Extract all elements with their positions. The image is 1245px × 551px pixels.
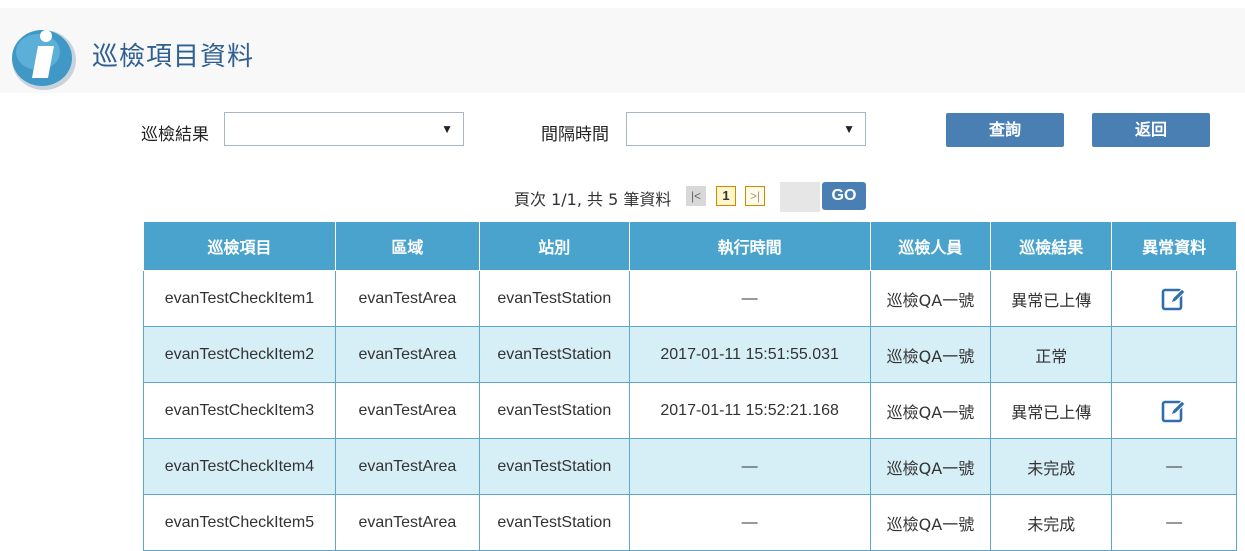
cell-abnormal: [1111, 382, 1237, 439]
cell-time: —: [628, 438, 871, 495]
cell-area: evanTestArea: [334, 438, 480, 495]
table-row: evanTestCheckItem4 evanTestArea evanTest…: [143, 438, 1237, 495]
cell-result: 未完成: [990, 494, 1113, 551]
column-header[interactable]: 巡檢結果: [990, 221, 1113, 271]
result-filter-label: 巡檢結果: [141, 125, 209, 145]
interval-select[interactable]: ▼: [626, 112, 866, 146]
table-row: evanTestCheckItem1 evanTestArea evanTest…: [143, 270, 1237, 327]
cell-area: evanTestArea: [334, 326, 480, 383]
page-number-button[interactable]: 1: [716, 186, 736, 206]
cell-inspector: 巡檢QA一號: [869, 494, 992, 551]
go-button[interactable]: GO: [822, 182, 866, 210]
table-row: evanTestCheckItem2 evanTestArea evanTest…: [143, 326, 1237, 383]
column-header[interactable]: 巡檢項目: [143, 221, 336, 271]
cell-station: evanTestStation: [478, 494, 630, 551]
result-select[interactable]: ▼: [224, 112, 464, 146]
cell-result: 異常已上傳: [990, 382, 1113, 439]
edit-icon[interactable]: [1161, 286, 1187, 312]
cell-result: 異常已上傳: [990, 270, 1113, 327]
info-logo-icon: [12, 30, 76, 90]
cell-inspector: 巡檢QA一號: [869, 438, 992, 495]
cell-time: 2017-01-11 15:51:55.031: [628, 326, 871, 383]
column-header[interactable]: 執行時間: [628, 221, 871, 271]
cell-abnormal: [1111, 270, 1237, 327]
cell-station: evanTestStation: [478, 382, 630, 439]
cell-inspector: 巡檢QA一號: [869, 326, 992, 383]
pager-summary: 頁次 1/1, 共 5 筆資料: [514, 190, 672, 209]
cell-result: 正常: [990, 326, 1113, 383]
back-button[interactable]: 返回: [1092, 113, 1210, 147]
cell-station: evanTestStation: [478, 438, 630, 495]
table-header-row: 巡檢項目 區域 站別 執行時間 巡檢人員 巡檢結果 異常資料: [143, 221, 1237, 271]
cell-area: evanTestArea: [334, 270, 480, 327]
column-header[interactable]: 區域: [334, 221, 480, 271]
cell-inspector: 巡檢QA一號: [869, 382, 992, 439]
cell-item: evanTestCheckItem5: [143, 494, 336, 551]
cell-time: 2017-01-11 15:52:21.168: [628, 382, 871, 439]
cell-inspector: 巡檢QA一號: [869, 270, 992, 327]
cell-abnormal: —: [1111, 438, 1237, 495]
page-title: 巡檢項目資料: [92, 42, 255, 72]
goto-page-input[interactable]: [780, 182, 820, 212]
last-page-button[interactable]: >|: [745, 186, 765, 206]
cell-item: evanTestCheckItem2: [143, 326, 336, 383]
cell-area: evanTestArea: [334, 382, 480, 439]
query-button[interactable]: 查詢: [946, 113, 1064, 147]
cell-area: evanTestArea: [334, 494, 480, 551]
column-header[interactable]: 站別: [478, 221, 630, 271]
interval-filter-label: 間隔時間: [541, 125, 609, 145]
table-row: evanTestCheckItem3 evanTestArea evanTest…: [143, 382, 1237, 439]
cell-time: —: [628, 270, 871, 327]
cell-time: —: [628, 494, 871, 551]
cell-station: evanTestStation: [478, 326, 630, 383]
first-page-button[interactable]: |<: [686, 186, 706, 206]
cell-station: evanTestStation: [478, 270, 630, 327]
chevron-down-icon: ▼: [441, 122, 453, 136]
cell-item: evanTestCheckItem3: [143, 382, 336, 439]
column-header[interactable]: 異常資料: [1111, 221, 1237, 271]
cell-item: evanTestCheckItem4: [143, 438, 336, 495]
chevron-down-icon: ▼: [843, 122, 855, 136]
column-header[interactable]: 巡檢人員: [869, 221, 992, 271]
cell-result: 未完成: [990, 438, 1113, 495]
table-row: evanTestCheckItem5 evanTestArea evanTest…: [143, 494, 1237, 551]
cell-item: evanTestCheckItem1: [143, 270, 336, 327]
cell-abnormal: —: [1111, 494, 1237, 551]
page: 巡檢項目資料 巡檢結果 ▼ 間隔時間 ▼ 查詢 返回 頁次 1/1, 共 5 筆…: [0, 0, 1245, 551]
cell-abnormal: [1111, 326, 1237, 383]
edit-icon[interactable]: [1161, 398, 1187, 424]
inspection-table: 巡檢項目 區域 站別 執行時間 巡檢人員 巡檢結果 異常資料 evanTestC…: [143, 221, 1237, 551]
